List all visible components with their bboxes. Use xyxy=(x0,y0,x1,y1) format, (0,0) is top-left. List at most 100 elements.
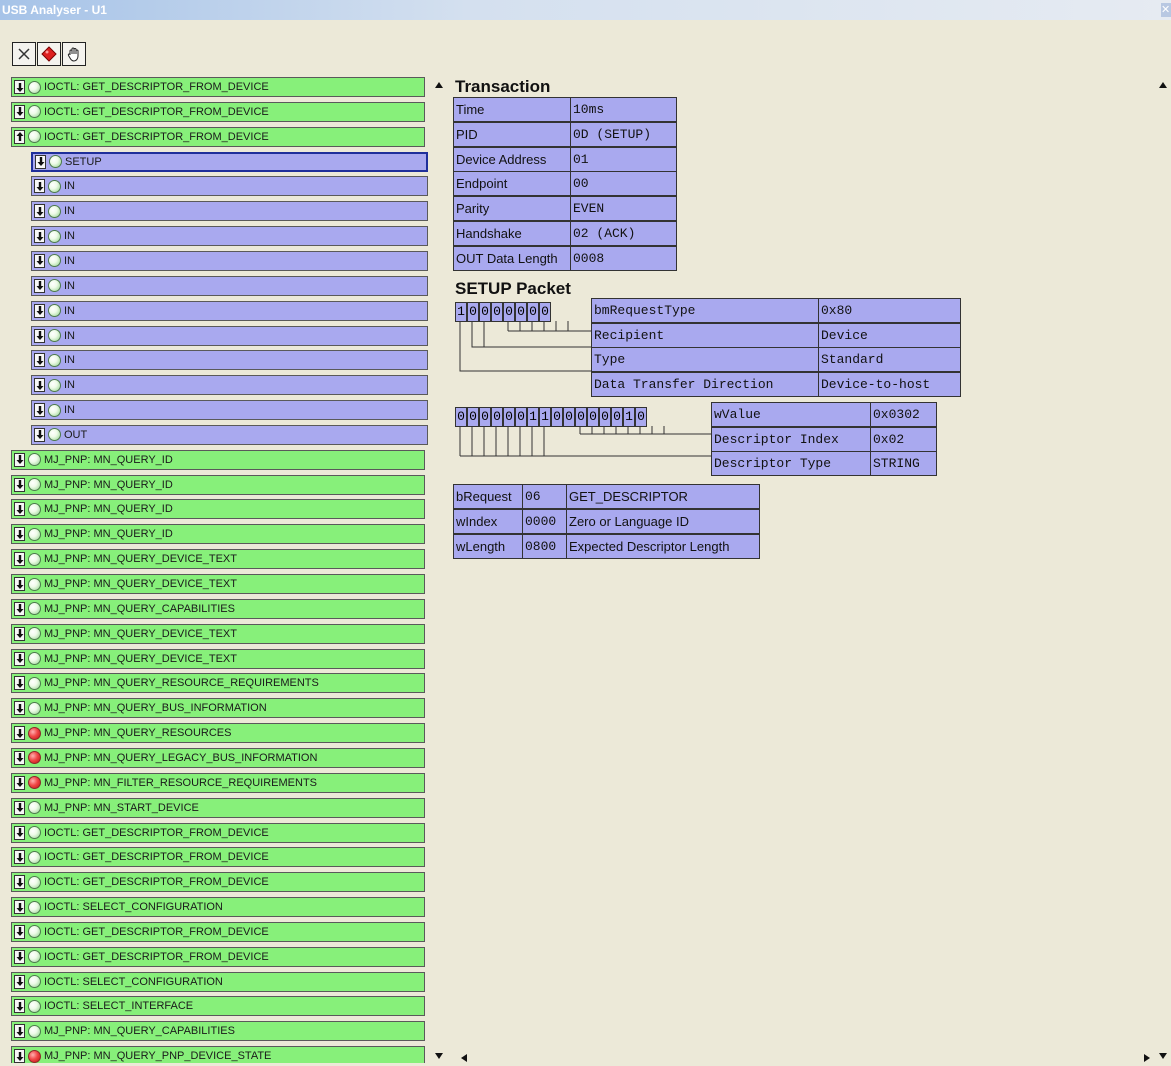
tree-row[interactable]: IN xyxy=(31,375,428,396)
expand-down-arrow-icon[interactable] xyxy=(34,328,45,343)
tree-row[interactable]: MJ_PNP: MN_QUERY_CAPABILITIES xyxy=(11,598,425,619)
expand-down-arrow-icon[interactable] xyxy=(14,750,25,765)
expand-down-arrow-icon[interactable] xyxy=(14,800,25,815)
status-led-green-icon xyxy=(48,353,61,367)
expand-down-arrow-icon[interactable] xyxy=(34,303,45,318)
tree-row[interactable]: IOCTL: GET_DESCRIPTOR_FROM_DEVICE xyxy=(11,77,425,97)
tree-row[interactable]: OUT xyxy=(31,424,428,445)
expand-down-arrow-icon[interactable] xyxy=(34,229,45,244)
tree-row[interactable]: MJ_PNP: MN_QUERY_RESOURCES xyxy=(11,723,425,744)
expand-down-arrow-icon[interactable] xyxy=(35,154,46,169)
detail-scroll-left-button[interactable] xyxy=(456,1050,472,1066)
window-title: USB Analyser - U1 xyxy=(2,3,107,17)
tree-row[interactable]: IN xyxy=(31,400,428,421)
expand-down-arrow-icon[interactable] xyxy=(34,204,45,219)
expand-down-arrow-icon[interactable] xyxy=(14,900,25,915)
status-led-green-icon xyxy=(28,502,41,516)
expand-down-arrow-icon[interactable] xyxy=(14,676,25,691)
detail-horizontal-scrollbar[interactable] xyxy=(456,1050,1155,1066)
tree-row[interactable]: IN xyxy=(31,201,428,222)
tree-scrollbar[interactable] xyxy=(431,77,448,1066)
expand-down-arrow-icon[interactable] xyxy=(14,552,25,567)
tree-row[interactable]: IOCTL: SELECT_INTERFACE xyxy=(11,996,425,1017)
tree-row[interactable]: MJ_PNP: MN_QUERY_PNP_DEVICE_STATE xyxy=(11,1046,425,1063)
tree-row[interactable]: IOCTL: GET_DESCRIPTOR_FROM_DEVICE xyxy=(11,872,425,893)
expand-down-arrow-icon[interactable] xyxy=(14,1024,25,1039)
expand-down-arrow-icon[interactable] xyxy=(14,527,25,542)
clear-button[interactable] xyxy=(12,42,36,66)
tree-row[interactable]: IN xyxy=(31,226,428,247)
tree-row[interactable]: IN xyxy=(31,275,428,296)
tree-row[interactable]: IN xyxy=(31,176,428,197)
expand-down-arrow-icon[interactable] xyxy=(14,999,25,1014)
tree-row[interactable]: MJ_PNP: MN_QUERY_CAPABILITIES xyxy=(11,1021,425,1042)
tree-row[interactable]: IOCTL: GET_DESCRIPTOR_FROM_DEVICE xyxy=(11,101,425,122)
expand-down-arrow-icon[interactable] xyxy=(14,726,25,741)
expand-up-arrow-icon[interactable] xyxy=(14,129,25,144)
tree-row-label: IOCTL: GET_DESCRIPTOR_FROM_DEVICE xyxy=(44,826,269,839)
expand-down-arrow-icon[interactable] xyxy=(14,577,25,591)
tree-row[interactable]: IOCTL: GET_DESCRIPTOR_FROM_DEVICE xyxy=(11,126,425,147)
tree-row[interactable]: MJ_PNP: MN_QUERY_ID xyxy=(11,524,425,545)
expand-down-arrow-icon[interactable] xyxy=(34,378,45,393)
expand-down-arrow-icon[interactable] xyxy=(14,626,25,641)
tree-row[interactable]: MJ_PNP: MN_FILTER_RESOURCE_REQUIREMENTS xyxy=(11,772,425,793)
tree-row[interactable]: MJ_PNP: MN_START_DEVICE xyxy=(11,797,425,818)
expand-down-arrow-icon[interactable] xyxy=(14,452,25,467)
expand-down-arrow-icon[interactable] xyxy=(14,651,25,666)
expand-down-arrow-icon[interactable] xyxy=(14,924,25,939)
expand-down-arrow-icon[interactable] xyxy=(14,974,25,989)
expand-down-arrow-icon[interactable] xyxy=(34,278,45,293)
tree-scroll-up-button[interactable] xyxy=(431,77,447,93)
expand-down-arrow-icon[interactable] xyxy=(14,775,25,790)
tree-row[interactable]: MJ_PNP: MN_QUERY_DEVICE_TEXT xyxy=(11,623,425,644)
tree-row[interactable]: IN xyxy=(31,300,428,321)
detail-vertical-scrollbar[interactable] xyxy=(1155,77,1171,1066)
expand-down-arrow-icon[interactable] xyxy=(14,825,25,840)
expand-down-arrow-icon[interactable] xyxy=(14,1049,25,1063)
expand-down-arrow-icon[interactable] xyxy=(34,427,45,442)
expand-down-arrow-icon[interactable] xyxy=(14,477,25,492)
tree-row[interactable]: IN xyxy=(31,250,428,271)
stop-button[interactable] xyxy=(37,42,61,66)
tree-row[interactable]: IN xyxy=(31,325,428,346)
detail-scroll-down-button[interactable] xyxy=(1155,1048,1171,1064)
expand-down-arrow-icon[interactable] xyxy=(14,104,25,119)
tree-row[interactable]: MJ_PNP: MN_QUERY_ID xyxy=(11,499,425,520)
detail-scroll-up-button[interactable] xyxy=(1155,77,1171,93)
tree-row[interactable]: IOCTL: SELECT_CONFIGURATION xyxy=(11,897,425,918)
tree-scroll-down-button[interactable] xyxy=(431,1048,447,1064)
tree-row[interactable]: MJ_PNP: MN_QUERY_DEVICE_TEXT xyxy=(11,648,425,669)
tree-row[interactable]: MJ_PNP: MN_QUERY_ID xyxy=(11,449,425,470)
expand-down-arrow-icon[interactable] xyxy=(14,949,25,964)
tree-row[interactable]: MJ_PNP: MN_QUERY_DEVICE_TEXT xyxy=(11,549,425,570)
expand-down-arrow-icon[interactable] xyxy=(14,875,25,890)
expand-down-arrow-icon[interactable] xyxy=(14,502,25,517)
tree-row[interactable]: MJ_PNP: MN_QUERY_DEVICE_TEXT xyxy=(11,574,425,594)
tree-row[interactable]: IOCTL: SELECT_CONFIGURATION xyxy=(11,971,425,992)
tree-row[interactable]: IOCTL: GET_DESCRIPTOR_FROM_DEVICE xyxy=(11,822,425,843)
expand-down-arrow-icon[interactable] xyxy=(34,403,45,418)
tree-row[interactable]: IOCTL: GET_DESCRIPTOR_FROM_DEVICE xyxy=(11,946,425,967)
expand-down-arrow-icon[interactable] xyxy=(34,253,45,268)
tree-row[interactable]: MJ_PNP: MN_QUERY_RESOURCE_REQUIREMENTS xyxy=(11,673,425,694)
tree-row-label: IOCTL: GET_DESCRIPTOR_FROM_DEVICE xyxy=(44,876,269,889)
expand-down-arrow-icon[interactable] xyxy=(14,80,25,94)
tree-row[interactable]: IOCTL: GET_DESCRIPTOR_FROM_DEVICE xyxy=(11,847,425,868)
detail-scroll-right-button[interactable] xyxy=(1139,1050,1155,1066)
tree-row[interactable]: IN xyxy=(31,350,428,371)
window-titlebar[interactable]: USB Analyser - U1 ✕ xyxy=(0,0,1171,20)
tree-row[interactable]: SETUP xyxy=(31,151,428,172)
expand-down-arrow-icon[interactable] xyxy=(14,701,25,716)
expand-down-arrow-icon[interactable] xyxy=(14,601,25,616)
expand-down-arrow-icon[interactable] xyxy=(34,353,45,368)
expand-down-arrow-icon[interactable] xyxy=(34,179,45,194)
tree-row[interactable]: MJ_PNP: MN_QUERY_LEGACY_BUS_INFORMATION xyxy=(11,747,425,768)
expand-down-arrow-icon[interactable] xyxy=(14,850,25,865)
pause-button[interactable] xyxy=(62,42,86,66)
tree-row[interactable]: IOCTL: GET_DESCRIPTOR_FROM_DEVICE xyxy=(11,921,425,942)
tree-row[interactable]: MJ_PNP: MN_QUERY_ID xyxy=(11,474,425,495)
close-button[interactable]: ✕ xyxy=(1161,3,1171,17)
tree-row[interactable]: MJ_PNP: MN_QUERY_BUS_INFORMATION xyxy=(11,698,425,719)
request-tree[interactable]: IOCTL: GET_DESCRIPTOR_FROM_DEVICE IOCTL: … xyxy=(11,77,431,1063)
